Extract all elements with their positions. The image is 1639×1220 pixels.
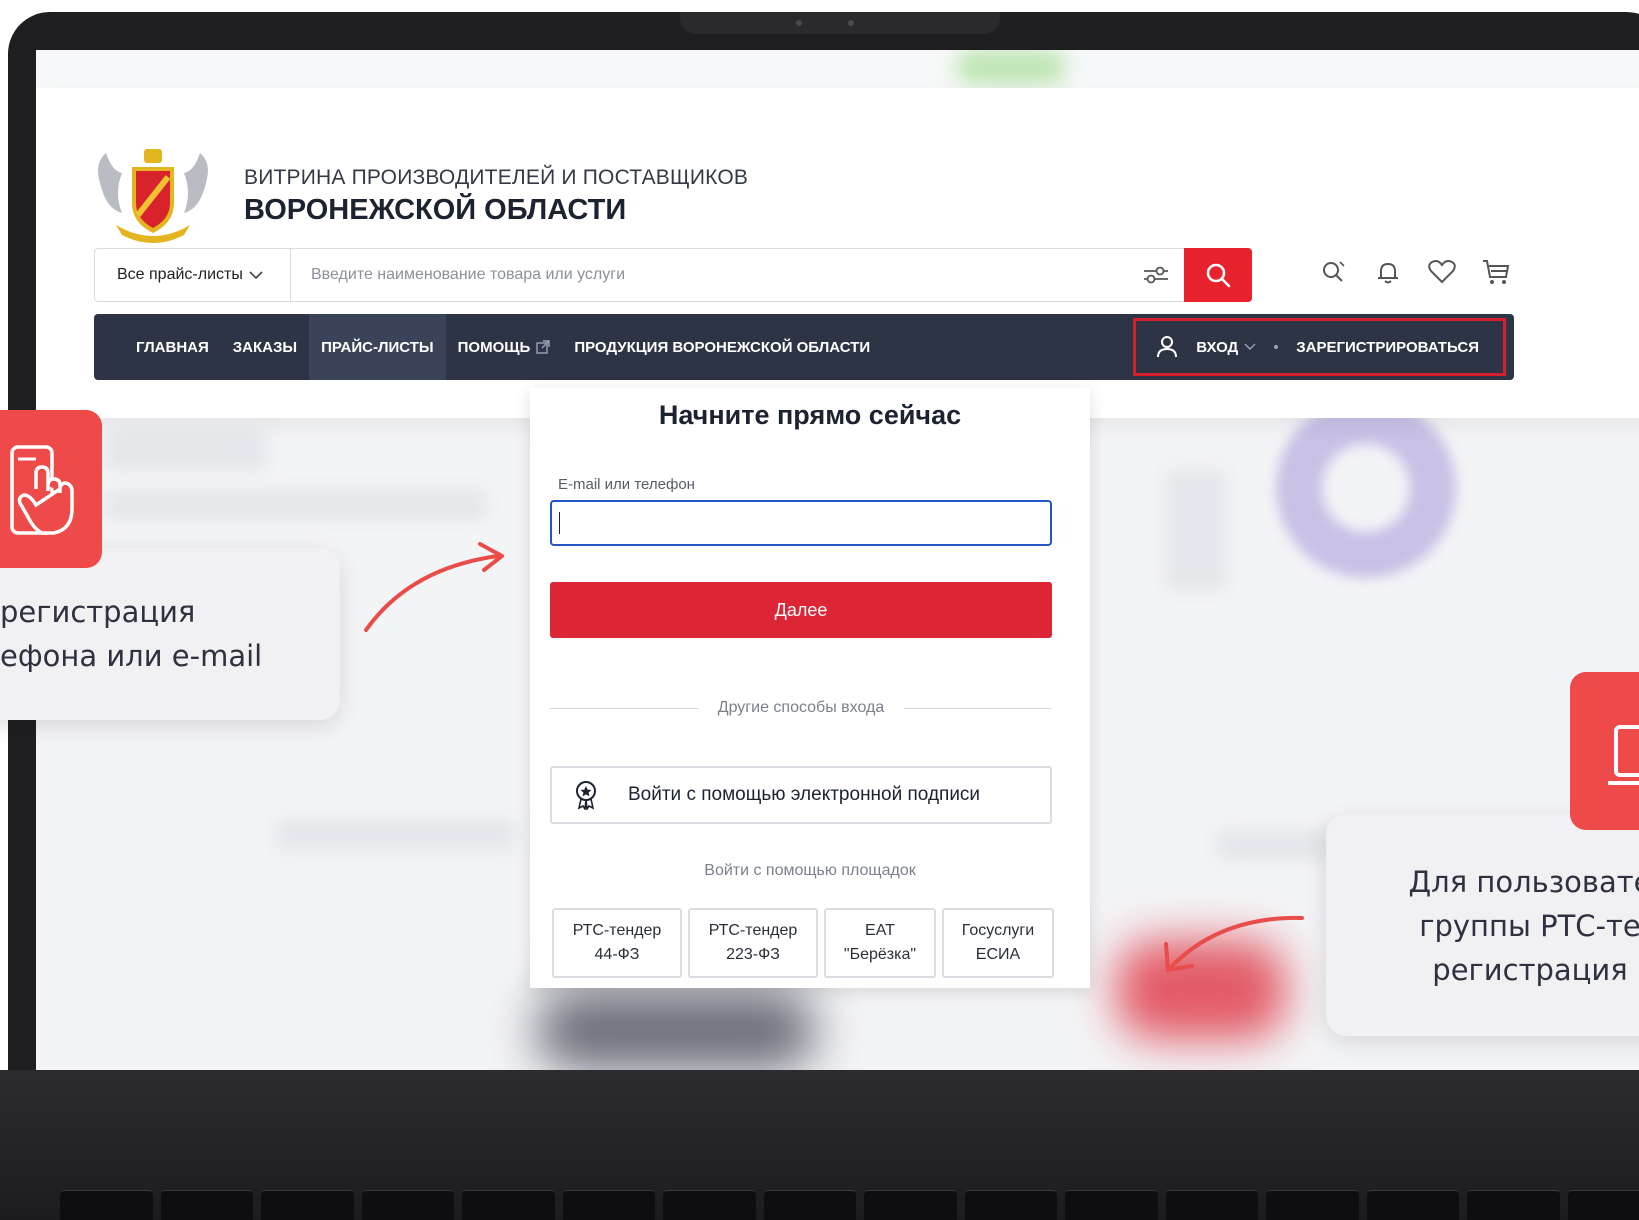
nav-item-label: ЗАКАЗЫ xyxy=(232,338,298,356)
esign-login-button[interactable]: Войти с помощью электронной подписи xyxy=(550,766,1052,824)
certificate-icon xyxy=(576,781,596,810)
user-icon xyxy=(1157,336,1178,358)
main-nav: ГЛАВНАЯ ЗАКАЗЫ ПРАЙС-ЛИСТЫ ПОМОЩЬ ПРОДУК… xyxy=(94,314,1514,380)
login-input[interactable] xyxy=(550,500,1052,546)
separator-dot xyxy=(1274,345,1279,349)
bell-icon[interactable] xyxy=(1372,256,1404,288)
platform-label: 223-ФЗ xyxy=(726,946,780,963)
nav-item-label: ПРОДУКЦИЯ ВОРОНЕЖСКОЙ ОБЛАСТИ xyxy=(574,338,871,356)
platform-buttons: РТС-тендер 44-ФЗ РТС-тендер 223-ФЗ ЕАТ "Бер… xyxy=(552,908,1054,978)
platform-label: 44-ФЗ xyxy=(594,946,640,963)
catalog-select-label: Все прайс-листы xyxy=(117,266,243,283)
login-field-label: E-mail или телефон xyxy=(558,476,695,493)
page-top-strip xyxy=(36,50,1639,88)
blurred-decoration xyxy=(1276,398,1456,578)
nav-item-label: ПОМОЩЬ xyxy=(457,338,531,356)
nav-item-voronezh-products[interactable]: ПРОДУКЦИЯ ВОРОНЕЖСКОЙ ОБЛАСТИ xyxy=(562,314,882,380)
nav-item-label: ГЛАВНАЯ xyxy=(136,338,209,356)
cart-icon[interactable] xyxy=(1480,256,1512,288)
site-title-top: ВИТРИНА ПРОИЗВОДИТЕЛЕЙ И ПОСТАВЩИКОВ xyxy=(244,166,749,189)
next-button[interactable]: Далее xyxy=(550,582,1052,638)
callout-rts-users: Для пользовате группы РТС-те регистрация xyxy=(1326,814,1639,1036)
laptop-icon xyxy=(1608,725,1639,785)
nav-item-orders[interactable]: ЗАКАЗЫ xyxy=(221,314,309,380)
register-label: ЗАРЕГИСТРИРОВАТЬСЯ xyxy=(1296,338,1479,356)
site-header: ВИТРИНА ПРОИЗВОДИТЕЛЕЙ И ПОСТАВЩИКОВ ВОР… xyxy=(36,88,1639,418)
callout-text: регистрация xyxy=(0,595,196,629)
modal-title: Начните прямо сейчас xyxy=(658,400,962,430)
search-history-icon[interactable] xyxy=(1318,256,1350,288)
filter-icon[interactable] xyxy=(1128,249,1184,301)
heart-icon[interactable] xyxy=(1426,256,1458,288)
nav-item-price-lists[interactable]: ПРАЙС-ЛИСТЫ xyxy=(309,314,446,380)
other-ways-label: Другие способы входа xyxy=(717,699,885,716)
tap-phone-icon xyxy=(10,445,74,535)
login-label: ВХОД xyxy=(1196,338,1239,356)
login-modal: Начните прямо сейчас E-mail или телефон … xyxy=(530,388,1090,988)
platform-label: "Берёзка" xyxy=(843,946,917,963)
search-bar: Все прайс-листы xyxy=(94,248,1252,302)
keyboard xyxy=(60,1190,1639,1220)
callout-text: Для пользовате xyxy=(1408,865,1639,899)
blurred-banner xyxy=(956,50,1066,84)
catalog-select[interactable]: Все прайс-листы xyxy=(95,249,291,301)
callout-phone-email: регистрация ефона или e-mail xyxy=(0,548,340,720)
blurred-content xyxy=(1166,470,1226,590)
blurred-content xyxy=(106,490,486,520)
search-input[interactable] xyxy=(291,249,1128,301)
auth-highlight-box: ВХОД ЗАРЕГИСТРИРОВАТЬСЯ xyxy=(1133,318,1506,376)
blurred-content xyxy=(106,430,266,470)
camera-dot xyxy=(848,20,854,26)
blurred-decoration xyxy=(536,990,816,1070)
text-caret xyxy=(559,512,560,534)
arrow-to-input xyxy=(364,542,504,632)
search-button[interactable] xyxy=(1184,248,1252,302)
arrow-to-platforms xyxy=(1164,915,1304,972)
blurred-content xyxy=(1216,830,1336,860)
platform-label: РТС-тендер xyxy=(572,922,662,939)
badge-laptop xyxy=(1570,672,1639,830)
blurred-content xyxy=(276,820,516,850)
register-button[interactable]: ЗАРЕГИСТРИРОВАТЬСЯ xyxy=(1292,321,1483,373)
coat-of-arms-logo[interactable] xyxy=(92,143,214,243)
nav-item-help[interactable]: ПОМОЩЬ xyxy=(446,314,563,380)
login-button[interactable]: ВХОД xyxy=(1192,321,1260,373)
camera-dot xyxy=(796,20,802,26)
platform-label: Госуслуги xyxy=(961,922,1035,939)
platform-eat-berezka[interactable]: ЕАТ "Берёзка" xyxy=(824,908,936,978)
chevron-down-icon xyxy=(1244,343,1256,350)
platforms-label: Войти с помощью площадок xyxy=(704,862,916,879)
callout-text: ефона или e-mail xyxy=(0,639,263,673)
nav-item-label: ПРАЙС-ЛИСТЫ xyxy=(321,338,434,356)
site-title-bottom: ВОРОНЕЖСКОЙ ОБЛАСТИ xyxy=(244,194,627,226)
nav-item-home[interactable]: ГЛАВНАЯ xyxy=(94,314,221,380)
callout-text: регистрация xyxy=(1432,953,1628,987)
stage: ВИТРИНА ПРОИЗВОДИТЕЛЕЙ И ПОСТАВЩИКОВ ВОР… xyxy=(0,0,1639,1220)
external-link-icon xyxy=(536,340,551,354)
platform-label: ЕСИА xyxy=(975,946,1021,963)
search-icon xyxy=(1206,263,1231,288)
platform-rts-44[interactable]: РТС-тендер 44-ФЗ xyxy=(552,908,682,978)
header-icons xyxy=(1318,256,1512,288)
laptop-notch xyxy=(680,12,1000,34)
other-ways-divider: Другие способы входа xyxy=(550,696,1052,720)
platform-label: ЕАТ xyxy=(865,922,895,939)
chevron-down-icon xyxy=(249,271,263,280)
platform-label: РТС-тендер xyxy=(708,922,798,939)
callout-text: группы РТС-те xyxy=(1419,909,1639,943)
platform-gosuslugi[interactable]: Госуслуги ЕСИА xyxy=(942,908,1054,978)
badge-touch xyxy=(0,410,102,568)
platform-rts-223[interactable]: РТС-тендер 223-ФЗ xyxy=(688,908,818,978)
esign-login-label: Войти с помощью электронной подписи xyxy=(628,784,981,805)
